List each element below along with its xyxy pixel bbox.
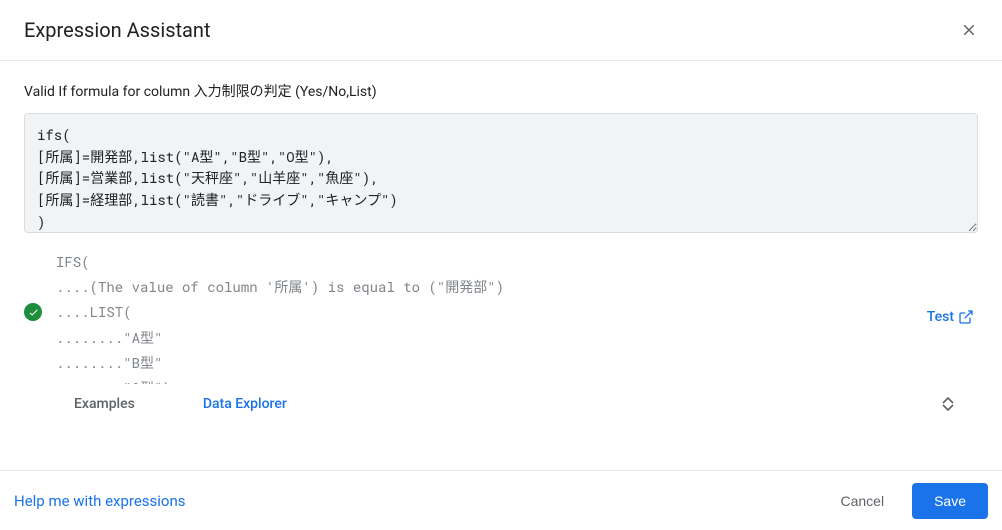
test-button[interactable]: Test: [927, 249, 978, 325]
tabs-bar: Examples Data Explorer: [24, 390, 978, 418]
result-area: IFS( ....(The value of column '所属') is e…: [24, 249, 978, 384]
result-output: IFS( ....(The value of column '所属') is e…: [56, 249, 913, 384]
tab-data-explorer[interactable]: Data Explorer: [203, 390, 287, 418]
help-link[interactable]: Help me with expressions: [14, 492, 186, 510]
status-indicator: [24, 249, 42, 321]
dialog-content: Valid If formula for column 入力制限の判定 (Yes…: [0, 61, 1002, 418]
checkmark-icon: [24, 303, 42, 321]
unfold-icon[interactable]: [942, 397, 954, 411]
cancel-button[interactable]: Cancel: [832, 485, 892, 517]
formula-input[interactable]: [24, 113, 978, 233]
dialog-title: Expression Assistant: [24, 18, 211, 42]
test-label: Test: [927, 309, 954, 325]
save-button[interactable]: Save: [912, 483, 988, 519]
formula-label: Valid If formula for column 入力制限の判定 (Yes…: [24, 81, 978, 101]
tab-examples[interactable]: Examples: [74, 390, 135, 418]
external-link-icon: [958, 309, 974, 325]
footer-actions: Cancel Save: [832, 483, 988, 519]
dialog-footer: Help me with expressions Cancel Save: [0, 470, 1002, 530]
close-icon[interactable]: [960, 21, 978, 39]
dialog-header: Expression Assistant: [0, 0, 1002, 61]
